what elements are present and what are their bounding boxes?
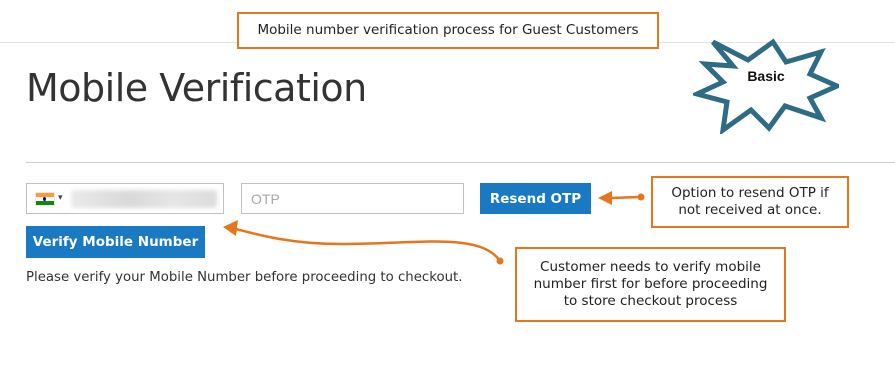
otp-input[interactable] (241, 183, 464, 214)
verify-mobile-number-button[interactable]: Verify Mobile Number (26, 226, 205, 258)
annotation-top-callout: Mobile number verification process for G… (237, 12, 659, 49)
section-divider (26, 162, 895, 163)
mobile-number-value-redacted (71, 190, 217, 208)
starburst-badge-icon (693, 38, 839, 134)
india-flag-icon[interactable] (36, 193, 54, 205)
annotation-verify-callout: Customer needs to verify mobile number f… (515, 247, 786, 322)
resend-arrow-icon (598, 191, 645, 205)
mobile-number-field[interactable]: ▾ (26, 183, 224, 214)
badge-label: Basic (747, 68, 785, 84)
chevron-down-icon[interactable]: ▾ (58, 192, 63, 203)
resend-otp-button[interactable]: Resend OTP (480, 183, 591, 214)
annotation-resend-callout: Option to resend OTP if not received at … (651, 176, 849, 228)
verification-help-text: Please verify your Mobile Number before … (26, 270, 463, 285)
page-title: Mobile Verification (26, 66, 367, 110)
verify-arrow-icon (223, 220, 504, 265)
